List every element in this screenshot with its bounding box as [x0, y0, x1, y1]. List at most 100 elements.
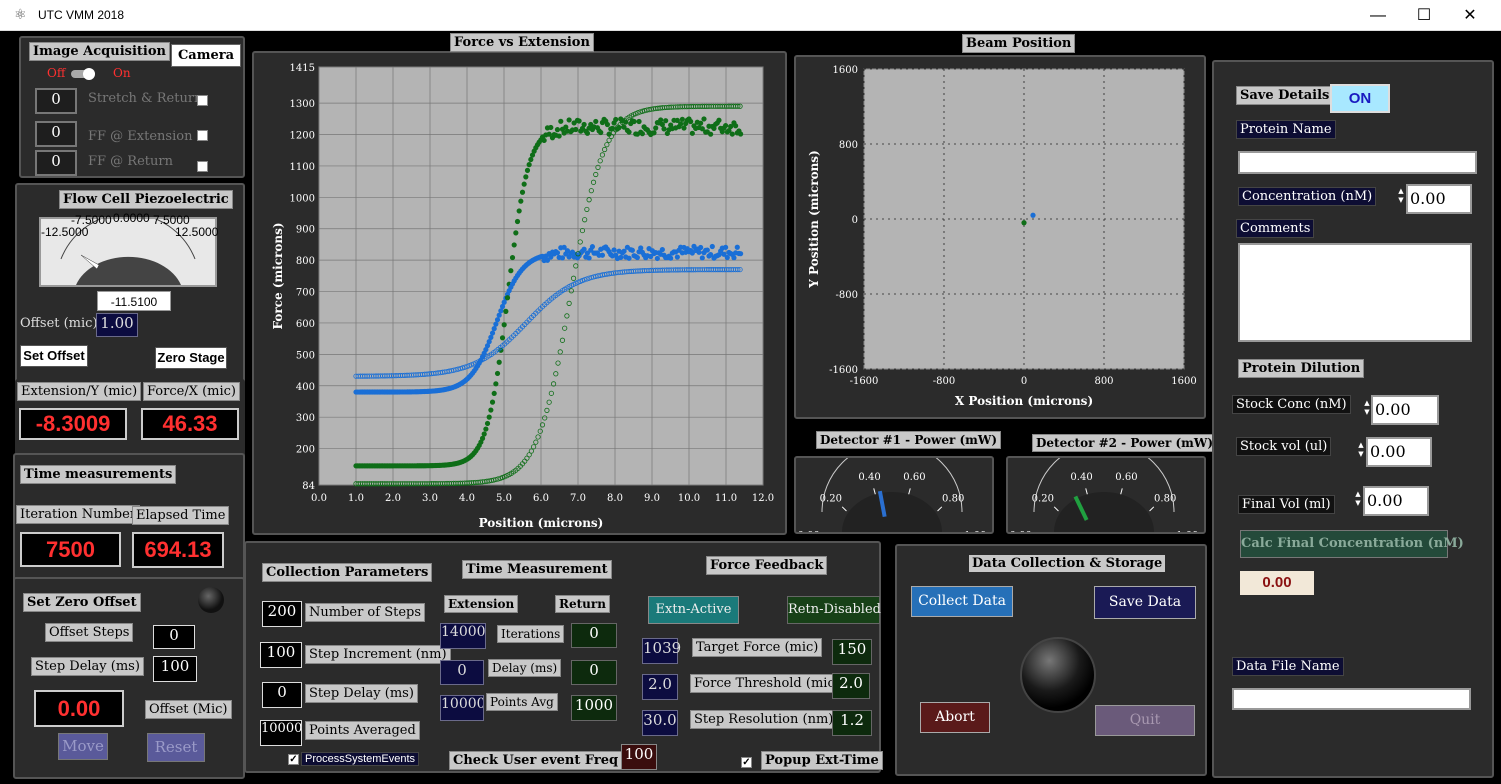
- detector2-tick: 0.40: [1070, 472, 1092, 483]
- detector2-tick-mark: [1053, 506, 1059, 512]
- step-increment-value[interactable]: 100: [260, 642, 302, 668]
- target-force-left-value[interactable]: 1039: [642, 638, 681, 664]
- collect-data-button[interactable]: Collect Data: [911, 586, 1013, 617]
- process-events-checkbox[interactable]: ✓: [288, 754, 299, 765]
- zero-offset-value: 0.00: [34, 690, 124, 727]
- step-delay-value[interactable]: 100: [153, 656, 197, 682]
- collection-step-delay-value[interactable]: 0: [262, 682, 302, 708]
- ff-return-checkbox[interactable]: [197, 161, 208, 172]
- piezo-needle: [80, 254, 100, 270]
- points-avg-ret-value[interactable]: 1000: [571, 695, 617, 721]
- force-point: [558, 118, 564, 124]
- move-button[interactable]: Move: [58, 733, 108, 760]
- stretch-return-count[interactable]: 0: [35, 88, 77, 114]
- force-threshold-left-value[interactable]: 2.0: [642, 674, 678, 700]
- points-averaged-value[interactable]: 10000: [260, 720, 302, 746]
- camera-button[interactable]: Camera: [171, 44, 241, 67]
- force-y-tick: 300: [296, 413, 315, 424]
- detector2-tick-mark: [1085, 488, 1088, 495]
- iteration-number-label: Iteration Number: [16, 505, 141, 524]
- force-point: [708, 131, 714, 137]
- delay-ext-value[interactable]: 0: [440, 660, 484, 685]
- minimize-button[interactable]: —: [1355, 0, 1401, 31]
- step-resolution-left-value[interactable]: 30.0: [642, 710, 678, 736]
- beam-x-tick: -1600: [850, 376, 879, 387]
- force-x-tick: 9.0: [644, 493, 660, 504]
- maximize-button[interactable]: ☐: [1401, 0, 1447, 31]
- stock-vol-spinner[interactable]: ▲ ▼: [1356, 441, 1366, 459]
- detector1-tick-mark: [908, 488, 911, 495]
- step-resolution-right-value[interactable]: 1.2: [832, 710, 872, 736]
- force-x-tick: 0.0: [311, 493, 327, 504]
- offset-mic-value[interactable]: 1.00: [96, 313, 138, 337]
- force-extension-tab[interactable]: Force vs Extension: [450, 33, 594, 52]
- delay-ret-value[interactable]: 0: [571, 660, 617, 685]
- force-point: [479, 435, 486, 441]
- collection-parameters-panel: Collection Parameters 200 Number of Step…: [244, 541, 883, 773]
- abort-button[interactable]: Abort: [920, 702, 990, 733]
- data-file-name-input[interactable]: [1232, 688, 1471, 710]
- force-point: [516, 208, 522, 214]
- force-point: [689, 130, 695, 136]
- protein-name-input[interactable]: [1238, 151, 1477, 174]
- offset-steps-value[interactable]: 0: [153, 625, 195, 649]
- concentration-spinner[interactable]: ▲ ▼: [1396, 187, 1406, 205]
- ff-extension-checkbox[interactable]: [197, 130, 208, 141]
- calc-final-concentration-button[interactable]: Calc Final Concentration (nM): [1240, 530, 1464, 558]
- reset-button[interactable]: Reset: [147, 733, 205, 762]
- comments-input[interactable]: [1238, 243, 1472, 342]
- detector1-tick: 0.40: [858, 472, 880, 483]
- force-x-label: Force/X (mic): [143, 382, 241, 401]
- iterations-ext-value[interactable]: 14000: [440, 623, 486, 649]
- extn-active-button[interactable]: Extn-Active: [648, 596, 739, 624]
- quit-button[interactable]: Quit: [1095, 705, 1195, 736]
- close-button[interactable]: ✕: [1447, 0, 1493, 31]
- beam-y-tick: -800: [836, 290, 858, 301]
- zero-stage-button[interactable]: Zero Stage: [155, 347, 227, 369]
- stock-vol-input[interactable]: 0.00: [1366, 437, 1432, 467]
- force-feedback-title: Force Feedback: [706, 556, 828, 575]
- force-point: [548, 124, 554, 131]
- force-x-tick: 3.0: [422, 493, 438, 504]
- force-point: [503, 308, 509, 314]
- points-avg-ext-value[interactable]: 10000: [440, 695, 484, 721]
- final-vol-spinner[interactable]: ▲ ▼: [1353, 490, 1363, 508]
- final-vol-input[interactable]: 0.00: [1363, 486, 1429, 516]
- force-point: [491, 326, 497, 332]
- set-offset-button[interactable]: Set Offset: [20, 345, 88, 367]
- popup-ext-time-checkbox[interactable]: ✓: [741, 757, 752, 768]
- force-point: [589, 244, 596, 250]
- stretch-return-checkbox[interactable]: [197, 95, 208, 106]
- force-y-tick: 1200: [290, 131, 315, 142]
- force-x-tick: 8.0: [607, 493, 623, 504]
- comments-label: Comments: [1236, 219, 1315, 238]
- check-user-event-value[interactable]: 100: [621, 744, 657, 770]
- piezo-tick-3: 0.0000: [113, 211, 150, 225]
- acquisition-toggle[interactable]: [71, 68, 95, 80]
- extension-y-label: Extension/Y (mic): [17, 382, 142, 401]
- number-of-steps-value[interactable]: 200: [262, 601, 302, 627]
- force-point: [723, 122, 729, 129]
- detector2-tick: 0.60: [1115, 472, 1137, 483]
- force-point: [639, 131, 645, 137]
- iterations-ret-value[interactable]: 0: [571, 623, 617, 648]
- force-point: [711, 125, 717, 132]
- force-point: [481, 431, 487, 437]
- elapsed-time-value: 694.13: [132, 532, 224, 568]
- force-point: [499, 335, 506, 341]
- concentration-input[interactable]: 0.00: [1406, 184, 1472, 214]
- force-point: [621, 248, 627, 254]
- force-y-axis-label: Force (microns): [271, 222, 285, 329]
- stock-conc-input[interactable]: 0.00: [1371, 395, 1439, 425]
- save-details-toggle[interactable]: ON: [1330, 84, 1390, 113]
- beam-position-tab[interactable]: Beam Position: [962, 34, 1076, 53]
- force-threshold-right-value[interactable]: 2.0: [832, 673, 870, 699]
- ff-return-count[interactable]: 0: [35, 150, 77, 176]
- retn-disabled-button[interactable]: Retn-Disabled: [787, 596, 881, 624]
- ff-extension-count[interactable]: 0: [35, 121, 77, 147]
- switch-on-label: On: [113, 66, 131, 80]
- save-data-button[interactable]: Save Data: [1094, 586, 1196, 619]
- title-bar: ⚛ UTC VMM 2018 — ☐ ✕: [0, 0, 1501, 31]
- target-force-right-value[interactable]: 150: [832, 639, 872, 665]
- popup-ext-time-label: Popup Ext-Time: [761, 751, 883, 770]
